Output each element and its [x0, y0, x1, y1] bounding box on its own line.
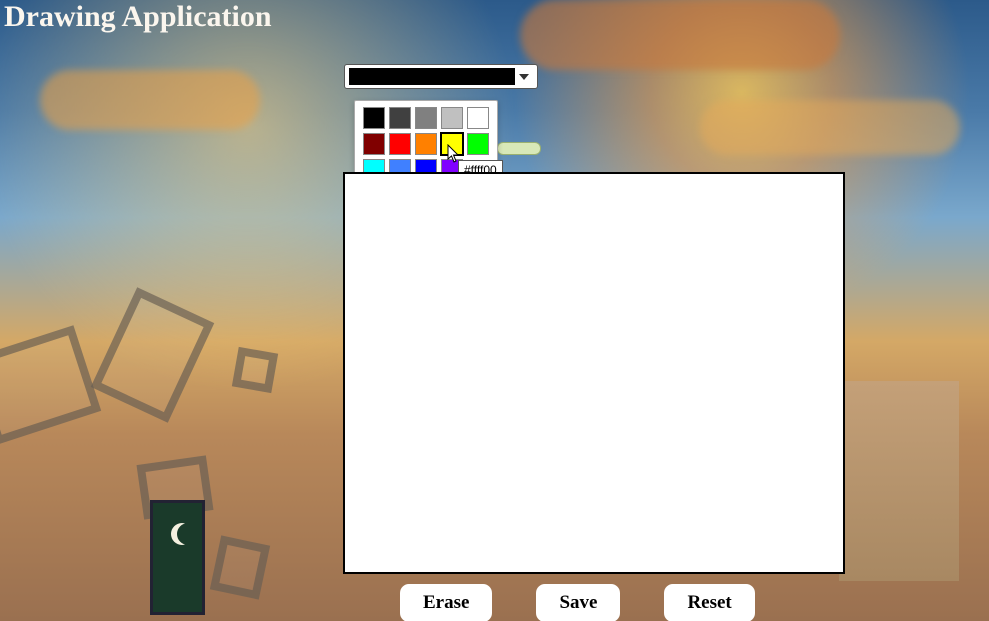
- chevron-down-icon: [515, 71, 533, 83]
- selected-color-swatch: [349, 68, 515, 85]
- bg-crescent-panel: [150, 500, 205, 615]
- color-swatch-black[interactable]: [363, 107, 385, 129]
- color-swatch-dark-gray[interactable]: [389, 107, 411, 129]
- bg-frame: [210, 535, 270, 599]
- save-button[interactable]: Save: [536, 584, 620, 621]
- bg-frame: [0, 325, 101, 445]
- page-title: Drawing Application: [4, 0, 272, 34]
- erase-button[interactable]: Erase: [400, 584, 492, 621]
- bg-frame: [91, 287, 215, 423]
- color-swatch-red[interactable]: [389, 133, 411, 155]
- button-row: Erase Save Reset: [400, 584, 755, 621]
- reset-button[interactable]: Reset: [664, 584, 754, 621]
- drawing-canvas[interactable]: [343, 172, 845, 574]
- color-swatch-gray[interactable]: [415, 107, 437, 129]
- bg-building: [839, 381, 959, 581]
- color-swatch-silver[interactable]: [441, 107, 463, 129]
- color-swatch-maroon[interactable]: [363, 133, 385, 155]
- color-swatch-white[interactable]: [467, 107, 489, 129]
- color-swatch-lime[interactable]: [467, 133, 489, 155]
- color-select[interactable]: [344, 64, 538, 89]
- brush-size-slider[interactable]: [497, 142, 541, 155]
- bg-frame: [232, 347, 278, 393]
- color-swatch-orange[interactable]: [415, 133, 437, 155]
- color-swatch-yellow[interactable]: [441, 133, 463, 155]
